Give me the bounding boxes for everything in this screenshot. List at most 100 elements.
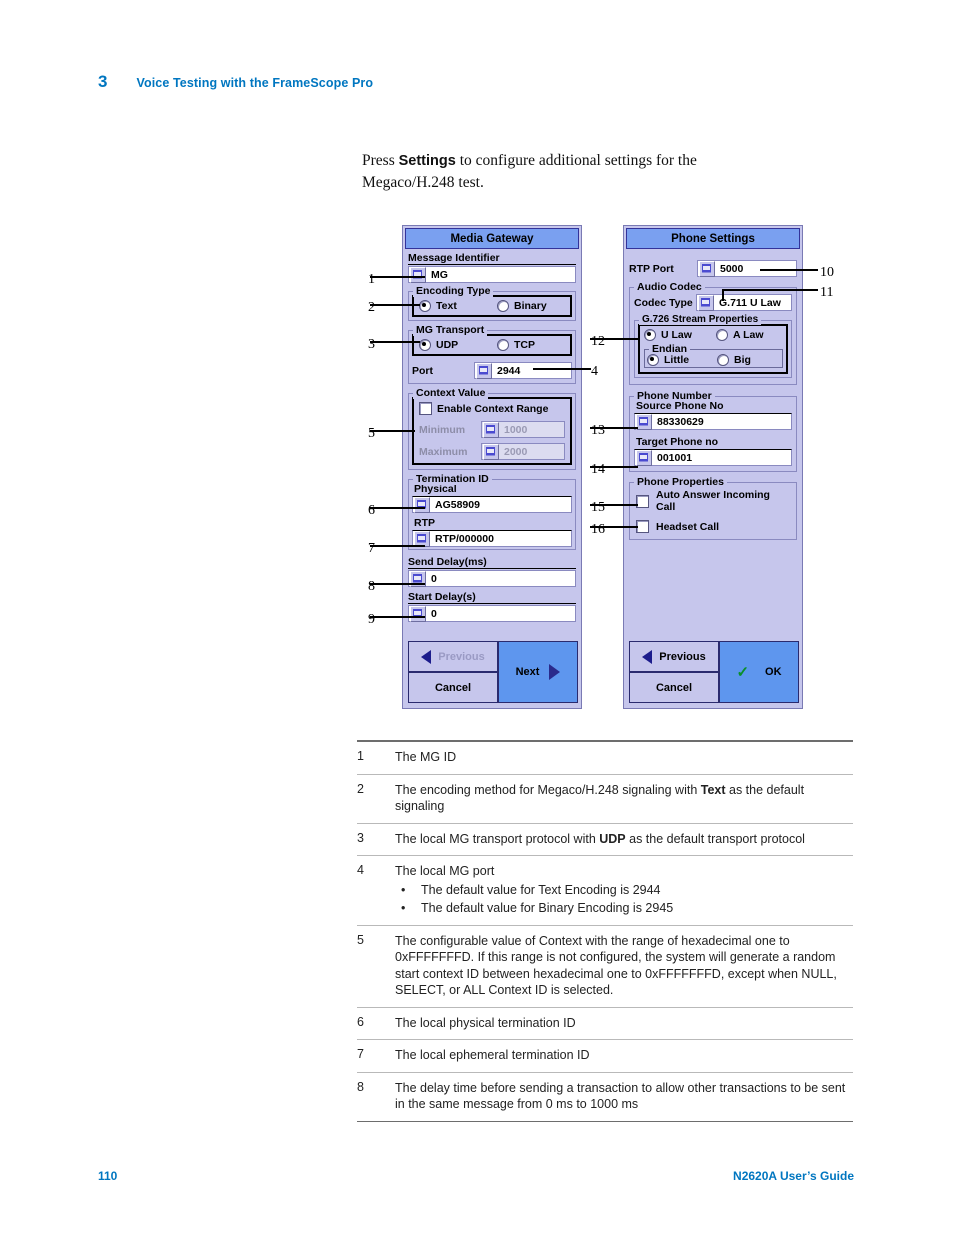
checkbox-label-headset-call: Headset Call — [656, 520, 720, 533]
radio-endian-big[interactable]: Big — [717, 354, 751, 366]
keyboard-icon[interactable] — [636, 449, 652, 466]
media-gateway-dialog: Media Gateway Message Identifier MG Enco… — [402, 225, 582, 709]
phone-properties-group: Phone Properties Auto Answer Incoming Ca… — [629, 476, 797, 540]
send-delay-label: Send Delay(ms) — [408, 556, 576, 569]
send-delay-field[interactable]: 0 — [408, 570, 576, 587]
keyboard-icon[interactable] — [476, 362, 492, 379]
phone-settings-title: Phone Settings — [671, 232, 755, 245]
keyboard-icon[interactable] — [414, 496, 430, 513]
keyboard-icon[interactable] — [698, 294, 714, 311]
definition-text: The configurable value of Context with t… — [395, 933, 837, 998]
cancel-button-ps[interactable]: Cancel — [629, 672, 719, 703]
source-phone-field[interactable]: 88330629 — [634, 413, 792, 430]
radio-icon-udp[interactable] — [419, 339, 431, 351]
start-delay-label: Start Delay(s) — [408, 591, 576, 604]
radio-label-little: Little — [664, 354, 690, 366]
previous-button-ps-label: Previous — [659, 650, 706, 663]
keyboard-icon[interactable] — [636, 413, 652, 430]
radio-label-a-law: A Law — [733, 329, 764, 341]
radio-label-text: Text — [436, 300, 457, 312]
next-button-mg[interactable]: Next — [498, 641, 578, 703]
definition-number: 5 — [357, 932, 364, 947]
radio-icon-u-law[interactable] — [644, 329, 656, 341]
definition-text: The local MG transport protocol with UDP… — [395, 831, 805, 848]
mg-transport-options: UDP TCP — [412, 334, 572, 356]
media-gateway-button-bar: Previous Cancel Next — [408, 641, 578, 703]
radio-icon-little[interactable] — [647, 354, 659, 366]
chapter-number: 3 — [98, 72, 108, 91]
definition-number: 6 — [357, 1014, 364, 1029]
radio-encoding-text[interactable]: Text — [419, 300, 497, 312]
phone-settings-title-bar: Phone Settings — [626, 228, 800, 249]
physical-field[interactable]: AG58909 — [412, 496, 572, 513]
definition-subitem: The default value for Text Encoding is 2… — [421, 882, 661, 897]
chapter-header: 3 Voice Testing with the FrameScope Pro — [98, 72, 373, 92]
radio-encoding-binary[interactable]: Binary — [497, 300, 547, 312]
encoding-type-group: Encoding Type Text Binary — [408, 285, 576, 321]
arrow-left-icon — [642, 649, 653, 664]
radio-icon-text[interactable] — [419, 300, 431, 312]
g726-legend: G.726 Stream Properties — [639, 314, 762, 325]
radio-icon-a-law[interactable] — [716, 329, 728, 341]
codec-type-row: Codec Type G.711 U Law — [634, 294, 792, 311]
ok-button[interactable]: ✓ OK — [719, 641, 799, 703]
table-row: 4 The local MG port • The default value f… — [357, 856, 853, 925]
rtp-field[interactable]: RTP/000000 — [412, 530, 572, 547]
chapter-title: Voice Testing with the FrameScope Pro — [136, 76, 374, 90]
maximum-field[interactable]: 2000 — [481, 443, 565, 460]
radio-endian-little[interactable]: Little — [647, 354, 717, 366]
checkbox-icon-enable-context-range[interactable] — [419, 402, 432, 415]
keyboard-icon[interactable] — [699, 260, 715, 277]
cancel-button-ps-label: Cancel — [655, 681, 693, 694]
radio-a-law[interactable]: A Law — [716, 329, 764, 341]
message-identifier-field[interactable]: MG — [408, 266, 576, 283]
minimum-value: 1000 — [504, 423, 528, 436]
radio-transport-tcp[interactable]: TCP — [497, 339, 535, 351]
callout-number-5: 5 — [368, 426, 375, 441]
codec-type-field[interactable]: G.711 U Law — [696, 294, 792, 311]
footer-guide-title: N2620A User’s Guide — [733, 1169, 854, 1183]
ok-button-label: OK — [765, 666, 782, 678]
definition-text: The delay time before sending a transact… — [395, 1080, 846, 1112]
checkbox-auto-answer[interactable]: Auto Answer Incoming Call — [636, 489, 792, 513]
definition-number: 2 — [357, 781, 364, 796]
keyboard-icon[interactable] — [410, 266, 426, 283]
port-field[interactable]: 2944 — [474, 362, 572, 379]
intro-text-before: Press — [362, 152, 399, 169]
checkmark-icon: ✓ — [736, 663, 750, 681]
keyboard-icon[interactable] — [483, 443, 499, 460]
endian-legend: Endian — [649, 343, 691, 355]
callout-number-12: 12 — [591, 334, 605, 349]
previous-button-mg[interactable]: Previous — [408, 641, 498, 672]
callout-line-7 — [370, 545, 425, 547]
termination-id-group: Termination ID Physical AG58909 RTP RTP/… — [408, 473, 576, 550]
previous-button-ps[interactable]: Previous — [629, 641, 719, 672]
callout-line-5 — [370, 430, 415, 432]
keyboard-icon[interactable] — [483, 421, 499, 438]
arrow-left-icon — [421, 649, 432, 664]
target-phone-field[interactable]: 001001 — [634, 449, 792, 466]
definition-text-pre: The encoding method for Megaco/H.248 sig… — [395, 782, 701, 797]
radio-icon-tcp[interactable] — [497, 339, 509, 351]
mg-transport-legend: MG Transport — [413, 324, 488, 336]
table-row: 7 The local ephemeral termination ID — [357, 1040, 853, 1072]
start-delay-field[interactable]: 0 — [408, 605, 576, 622]
keyboard-icon[interactable] — [410, 605, 426, 622]
minimum-field[interactable]: 1000 — [481, 421, 565, 438]
bullet-icon: • — [401, 901, 406, 915]
radio-transport-udp[interactable]: UDP — [419, 339, 497, 351]
context-value-group: Context Value Enable Context Range Minim… — [408, 387, 576, 470]
phone-properties-legend: Phone Properties — [634, 476, 727, 488]
checkbox-headset-call[interactable]: Headset Call — [636, 520, 792, 533]
checkbox-label-auto-answer: Auto Answer Incoming Call — [656, 489, 770, 513]
port-value: 2944 — [497, 364, 521, 377]
radio-icon-big[interactable] — [717, 354, 729, 366]
intro-bold-settings: Settings — [398, 153, 456, 169]
radio-icon-binary[interactable] — [497, 300, 509, 312]
radio-u-law[interactable]: U Law — [644, 329, 716, 341]
callout-number-1: 1 — [368, 272, 375, 287]
checkbox-enable-context-range[interactable]: Enable Context Range — [419, 402, 565, 415]
table-row: 6 The local physical termination ID — [357, 1008, 853, 1040]
codec-type-value: G.711 U Law — [719, 296, 781, 309]
cancel-button-mg[interactable]: Cancel — [408, 672, 498, 703]
